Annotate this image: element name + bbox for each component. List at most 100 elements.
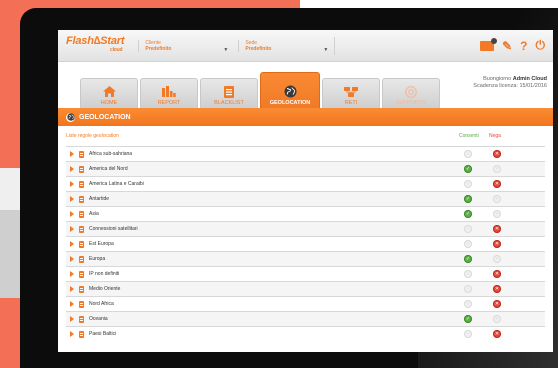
allow-toggle[interactable]: ✓ xyxy=(464,195,472,203)
allow-toggle[interactable]: ✓ xyxy=(464,225,472,233)
deny-toggle[interactable]: ✕ xyxy=(493,285,501,293)
expand-arrow-icon[interactable] xyxy=(70,181,74,187)
tab-reti[interactable]: RETI xyxy=(322,78,380,108)
rule-name: Paesi Baltici xyxy=(89,331,117,337)
allow-toggle[interactable]: ✓ xyxy=(464,180,472,188)
deny-toggle[interactable]: ✕ xyxy=(493,150,501,158)
header-icons: ✎ ? ⏻ xyxy=(480,37,546,53)
allow-toggle[interactable]: ✓ xyxy=(464,330,472,338)
rule-name: Nord Africa xyxy=(89,301,114,307)
rule-name: Europa xyxy=(89,256,106,262)
support-icon xyxy=(404,85,418,98)
deny-toggle[interactable]: ✕ xyxy=(493,300,501,308)
allow-toggle[interactable]: ✓ xyxy=(464,285,472,293)
list-item[interactable]: IP non definiti ✓ ✕ xyxy=(66,266,545,281)
rule-name: America Latina e Caraibi xyxy=(89,181,144,187)
allow-toggle[interactable]: ✓ xyxy=(464,270,472,278)
document-icon xyxy=(79,255,84,263)
document-icon xyxy=(79,165,84,173)
document-icon xyxy=(79,315,84,323)
rule-name: Medio Oriente xyxy=(89,286,121,292)
logo-sub: cloud xyxy=(110,46,123,53)
deny-toggle[interactable]: ✕ xyxy=(493,315,501,323)
deny-toggle[interactable]: ✕ xyxy=(493,255,501,263)
tab-supporto[interactable]: SUPPORTO xyxy=(382,78,440,108)
tab-label: SUPPORTO xyxy=(395,100,427,106)
list-header: Liste regole geolocation Consenti Nega xyxy=(58,126,553,146)
document-icon xyxy=(79,225,84,233)
rule-name: Connessioni satellitari xyxy=(89,226,138,232)
client-select[interactable]: Cliente Predefinito ▼ xyxy=(138,39,229,53)
document-icon xyxy=(79,240,84,248)
expand-arrow-icon[interactable] xyxy=(70,226,74,232)
deny-toggle[interactable]: ✕ xyxy=(493,225,501,233)
document-icon xyxy=(79,300,84,308)
expand-arrow-icon[interactable] xyxy=(70,301,74,307)
expand-arrow-icon[interactable] xyxy=(70,166,74,172)
rule-name: Est Europa xyxy=(89,241,114,247)
allow-toggle[interactable]: ✓ xyxy=(464,150,472,158)
chevron-down-icon: ▼ xyxy=(223,46,229,53)
list-item[interactable]: Connessioni satellitari ✓ ✕ xyxy=(66,221,545,236)
deny-toggle[interactable]: ✕ xyxy=(493,330,501,338)
document-icon xyxy=(79,330,84,338)
allow-toggle[interactable]: ✓ xyxy=(464,255,472,263)
wrench-icon[interactable]: ✎ xyxy=(502,39,512,53)
deny-toggle[interactable]: ✕ xyxy=(493,210,501,218)
deny-toggle[interactable]: ✕ xyxy=(493,195,501,203)
allow-toggle[interactable]: ✓ xyxy=(464,165,472,173)
app-screen: Flash∆Start cloud Cliente Predefinito ▼ … xyxy=(58,30,553,352)
expand-arrow-icon[interactable] xyxy=(70,286,74,292)
list-item[interactable]: Nord Africa ✓ ✕ xyxy=(66,296,545,311)
logo-text: Flash∆Start xyxy=(66,34,125,47)
list-item[interactable]: America Latina e Caraibi ✓ ✕ xyxy=(66,176,545,191)
tab-home[interactable]: HOME xyxy=(80,78,138,108)
list-item[interactable]: Paesi Baltici ✓ ✕ xyxy=(66,326,545,341)
tab-geolocation[interactable]: GEOLOCATION xyxy=(260,72,320,108)
allow-toggle[interactable]: ✓ xyxy=(464,210,472,218)
document-icon xyxy=(79,180,84,188)
deny-toggle[interactable]: ✕ xyxy=(493,240,501,248)
expand-arrow-icon[interactable] xyxy=(70,256,74,262)
list-item[interactable]: Oceania ✓ ✕ xyxy=(66,311,545,326)
expand-arrow-icon[interactable] xyxy=(70,271,74,277)
rule-name: Asia xyxy=(89,211,99,217)
list-item[interactable]: Asia ✓ ✕ xyxy=(66,206,545,221)
document-icon xyxy=(79,270,84,278)
tab-label: BLACKLIST xyxy=(214,100,244,106)
list-item[interactable]: Africa sub-sahriana ✓ ✕ xyxy=(66,146,545,161)
list-item[interactable]: Est Europa ✓ ✕ xyxy=(66,236,545,251)
help-icon[interactable]: ? xyxy=(520,39,527,53)
expand-arrow-icon[interactable] xyxy=(70,316,74,322)
deny-toggle[interactable]: ✕ xyxy=(493,165,501,173)
site-select[interactable]: Sede Predefinito ▼ xyxy=(238,39,328,53)
allow-toggle[interactable]: ✓ xyxy=(464,300,472,308)
deny-toggle[interactable]: ✕ xyxy=(493,270,501,278)
expand-arrow-icon[interactable] xyxy=(70,211,74,217)
greeting: Buongiorno Admin Cloud Scadenza licenza:… xyxy=(473,76,547,90)
list-item[interactable]: Europa ✓ ✕ xyxy=(66,251,545,266)
list-item[interactable]: Medio Oriente ✓ ✕ xyxy=(66,281,545,296)
expand-arrow-icon[interactable] xyxy=(70,331,74,337)
site-value: Predefinito xyxy=(245,45,272,52)
allow-toggle[interactable]: ✓ xyxy=(464,315,472,323)
allow-toggle[interactable]: ✓ xyxy=(464,240,472,248)
tab-blacklist[interactable]: BLACKLIST xyxy=(200,78,258,108)
document-icon xyxy=(79,210,84,218)
column-deny: Nega xyxy=(489,133,501,139)
expand-arrow-icon[interactable] xyxy=(70,196,74,202)
tab-label: RETI xyxy=(344,100,358,106)
expand-arrow-icon[interactable] xyxy=(70,151,74,157)
column-allow: Consenti xyxy=(459,133,479,139)
rule-name: Antartide xyxy=(89,196,110,202)
mail-icon[interactable] xyxy=(480,37,498,51)
document-icon xyxy=(79,285,84,293)
tab-report[interactable]: REPORT xyxy=(140,78,198,108)
expand-arrow-icon[interactable] xyxy=(70,241,74,247)
greeting-line1: Buongiorno Admin Cloud xyxy=(483,76,547,82)
deny-toggle[interactable]: ✕ xyxy=(493,180,501,188)
list-item[interactable]: Antartide ✓ ✕ xyxy=(66,191,545,206)
tab-label: HOME xyxy=(100,100,118,106)
power-icon[interactable]: ⏻ xyxy=(536,38,546,53)
list-item[interactable]: America del Nord ✓ ✕ xyxy=(66,161,545,176)
